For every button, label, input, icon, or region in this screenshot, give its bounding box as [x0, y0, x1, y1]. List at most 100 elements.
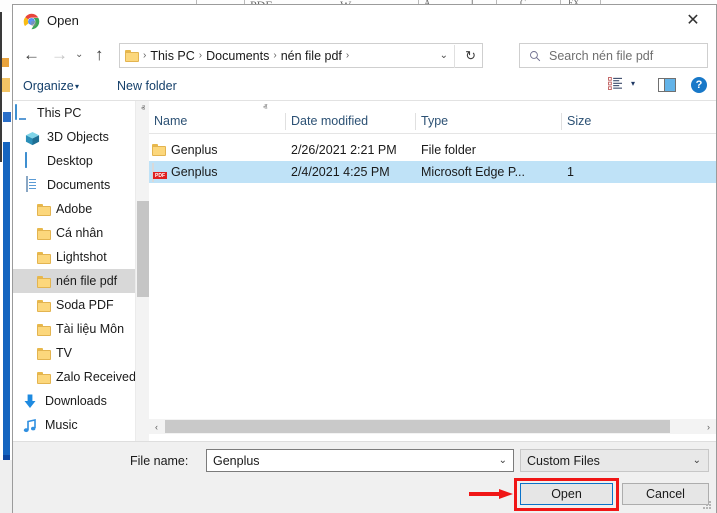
scroll-left-icon[interactable]: ‹: [149, 419, 164, 434]
cell-date-modified: 2/4/2021 4:25 PM: [291, 165, 390, 179]
cell-type: File folder: [421, 143, 476, 157]
sidebar-item-3d-objects[interactable]: 3D Objects: [13, 125, 135, 149]
table-row[interactable]: PDF Genplus 2/4/2021 4:25 PM Microsoft E…: [149, 161, 716, 183]
sidebar-item-label: Zalo Received Files: [56, 370, 135, 384]
folder-icon: [37, 348, 51, 360]
sidebar-item-label: Adobe: [56, 202, 92, 216]
sidebar-item-music[interactable]: Music: [13, 413, 135, 437]
column-header-date-modified[interactable]: Date modified: [291, 114, 368, 128]
sidebar-item-downloads[interactable]: Downloads: [13, 389, 135, 413]
sidebar-item-soda-pdf[interactable]: Soda PDF: [13, 293, 135, 317]
column-header-name[interactable]: Name: [154, 114, 187, 128]
view-options-icon[interactable]: [608, 77, 623, 90]
scroll-right-icon[interactable]: ›: [701, 419, 716, 434]
forward-icon[interactable]: →: [51, 45, 68, 65]
scrollbar-thumb[interactable]: [137, 201, 149, 297]
sidebar-item-label: Music: [45, 418, 78, 432]
column-divider[interactable]: [285, 113, 286, 130]
sidebar-item-ca-nhan[interactable]: Cá nhân: [13, 221, 135, 245]
sidebar-item-documents[interactable]: Documents: [13, 173, 135, 197]
sidebar-item-tai-lieu-mon[interactable]: Tài liệu Môn: [13, 317, 135, 341]
recent-locations-icon[interactable]: ⌄: [75, 49, 83, 60]
file-list-horizontal-scrollbar[interactable]: ‹ ›: [149, 419, 716, 434]
background-accent: [2, 58, 9, 67]
file-name-label: File name:: [130, 454, 188, 468]
breadcrumb-item-documents[interactable]: Documents: [206, 49, 269, 63]
folder-icon: [37, 324, 51, 336]
up-icon[interactable]: ↑: [95, 45, 104, 65]
column-divider[interactable]: [415, 113, 416, 130]
sidebar-item-label: Lightshot: [56, 250, 107, 264]
scrollbar-thumb[interactable]: [165, 420, 670, 433]
resize-grip[interactable]: [703, 501, 712, 510]
breadcrumb-separator: ›: [269, 50, 280, 61]
pdf-icon: PDF: [152, 164, 168, 180]
column-header-size[interactable]: Size: [567, 114, 591, 128]
sidebar-scrollbar[interactable]: ⱏ ⱟ: [135, 101, 149, 441]
close-icon[interactable]: ✕: [670, 5, 716, 35]
sidebar-item-label: TV: [56, 346, 72, 360]
refresh-icon[interactable]: ↻: [465, 48, 476, 64]
annotation-arrow: [469, 489, 513, 499]
dialog-body: This PC 3D Objects Desktop Documents Ado…: [13, 101, 716, 441]
downloads-icon: [23, 393, 40, 410]
cell-name: Genplus: [171, 143, 218, 157]
new-folder-button[interactable]: New folder: [117, 79, 177, 93]
sidebar-item-adobe[interactable]: Adobe: [13, 197, 135, 221]
breadcrumb-item-nen-file-pdf[interactable]: nén file pdf: [281, 49, 342, 63]
cell-name: Genplus: [171, 165, 218, 179]
chevron-down-icon[interactable]: ⌄: [440, 50, 448, 61]
folder-icon: [37, 228, 51, 240]
sidebar-item-this-pc[interactable]: This PC: [13, 101, 135, 125]
folder-icon: [125, 50, 139, 62]
sidebar-item-nen-file-pdf[interactable]: nén file pdf: [13, 269, 135, 293]
table-row[interactable]: Genplus 2/26/2021 2:21 PM File folder: [149, 139, 716, 161]
chevron-down-icon[interactable]: ⌄: [499, 455, 507, 466]
dialog-title: Open: [47, 13, 79, 28]
search-input[interactable]: Search nén file pdf: [519, 43, 708, 68]
file-name-input[interactable]: Genplus ⌄: [206, 449, 514, 472]
search-icon: [529, 50, 541, 62]
open-button[interactable]: Open: [520, 483, 613, 505]
organize-button[interactable]: Organize: [23, 79, 74, 93]
breadcrumb-separator: ›: [342, 50, 353, 61]
sidebar-item-zalo-received-files[interactable]: Zalo Received Files: [13, 365, 135, 389]
sidebar-item-label: Tài liệu Môn: [56, 322, 124, 336]
cell-date-modified: 2/26/2021 2:21 PM: [291, 143, 397, 157]
help-icon[interactable]: ?: [691, 77, 707, 93]
chevron-down-icon[interactable]: ▾: [631, 79, 635, 88]
desktop-icon: [25, 153, 42, 170]
folder-icon: [37, 276, 51, 288]
preview-pane-icon[interactable]: [658, 78, 676, 92]
column-header-row: Name Date modified Type Size: [149, 111, 716, 134]
title-bar: Open ✕: [13, 5, 716, 37]
sidebar-item-tv[interactable]: TV: [13, 341, 135, 365]
column-header-type[interactable]: Type: [421, 114, 448, 128]
folder-icon: [37, 252, 51, 264]
background-accent: [3, 112, 11, 122]
music-icon: [23, 417, 40, 434]
cancel-button[interactable]: Cancel: [622, 483, 709, 505]
pc-icon: [15, 105, 32, 122]
breadcrumb-separator: ›: [139, 50, 150, 61]
breadcrumb-item-this-pc[interactable]: This PC: [150, 49, 194, 63]
back-icon[interactable]: ←: [23, 45, 40, 65]
scroll-up-icon[interactable]: ⱏ: [136, 101, 150, 117]
address-bar[interactable]: › This PC › Documents › nén file pdf › ⌄…: [119, 43, 483, 68]
cell-type: Microsoft Edge P...: [421, 165, 525, 179]
sidebar-item-label: Cá nhân: [56, 226, 103, 240]
file-type-select[interactable]: Custom Files ⌄: [520, 449, 709, 472]
column-divider[interactable]: [561, 113, 562, 130]
file-list: ⱏ Name Date modified Type Size Genplus 2…: [149, 101, 716, 441]
sidebar-item-desktop[interactable]: Desktop: [13, 149, 135, 173]
sidebar-item-label: Downloads: [45, 394, 107, 408]
search-placeholder: Search nén file pdf: [549, 49, 653, 63]
chevron-down-icon[interactable]: ⌄: [693, 455, 701, 466]
sidebar-item-lightshot[interactable]: Lightshot: [13, 245, 135, 269]
folder-icon: [152, 144, 168, 160]
cell-size: 1: [567, 165, 574, 179]
folder-icon: [37, 300, 51, 312]
scroll-down-icon[interactable]: ⱟ: [136, 425, 150, 441]
chevron-down-icon[interactable]: ▾: [75, 82, 79, 91]
dialog-footer: File name: Genplus ⌄ Custom Files ⌄ Open…: [13, 441, 716, 513]
